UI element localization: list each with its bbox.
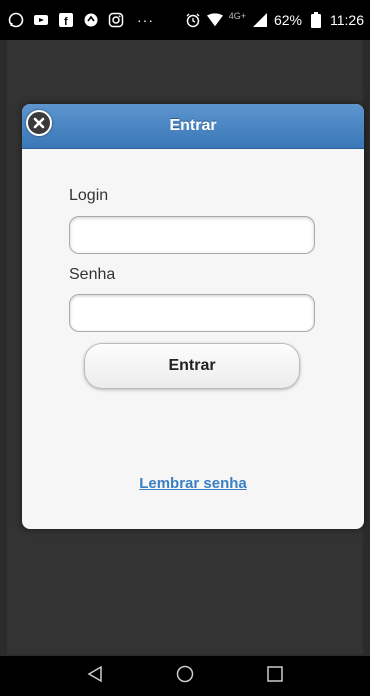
dialog-title: Entrar [169, 117, 217, 134]
svg-text:f: f [64, 16, 68, 27]
login-input[interactable] [69, 216, 315, 254]
status-bar: f ··· 4G+ 62% 11:26 [0, 0, 370, 40]
dialog-header: Entrar [22, 104, 364, 149]
close-button[interactable] [26, 110, 52, 136]
home-icon[interactable] [176, 665, 194, 688]
gmail-like-icon [83, 12, 99, 28]
password-label: Senha [69, 266, 116, 283]
forgot-password-link[interactable]: Lembrar senha [22, 475, 364, 492]
whatsapp-icon [8, 12, 24, 28]
navigation-bar [0, 656, 370, 696]
recents-icon[interactable] [266, 665, 284, 688]
login-dialog: Entrar Login Senha Entrar Lembrar senha [22, 104, 364, 529]
network-type: 4G+ [228, 11, 246, 21]
wifi-icon [206, 12, 223, 28]
battery-icon [308, 12, 324, 28]
login-button[interactable]: Entrar [84, 343, 300, 389]
back-icon[interactable] [86, 665, 104, 688]
alarm-icon [185, 12, 201, 28]
youtube-icon [33, 12, 49, 28]
battery-percent: 62% [273, 12, 302, 28]
clock: 11:26 [330, 12, 364, 28]
password-input[interactable] [69, 294, 315, 332]
signal-icon [252, 12, 268, 28]
facebook-icon: f [58, 12, 74, 28]
login-label: Login [69, 187, 109, 204]
instagram-icon [108, 12, 124, 28]
close-icon [33, 117, 45, 129]
more-notifications-icon: ··· [137, 12, 154, 28]
